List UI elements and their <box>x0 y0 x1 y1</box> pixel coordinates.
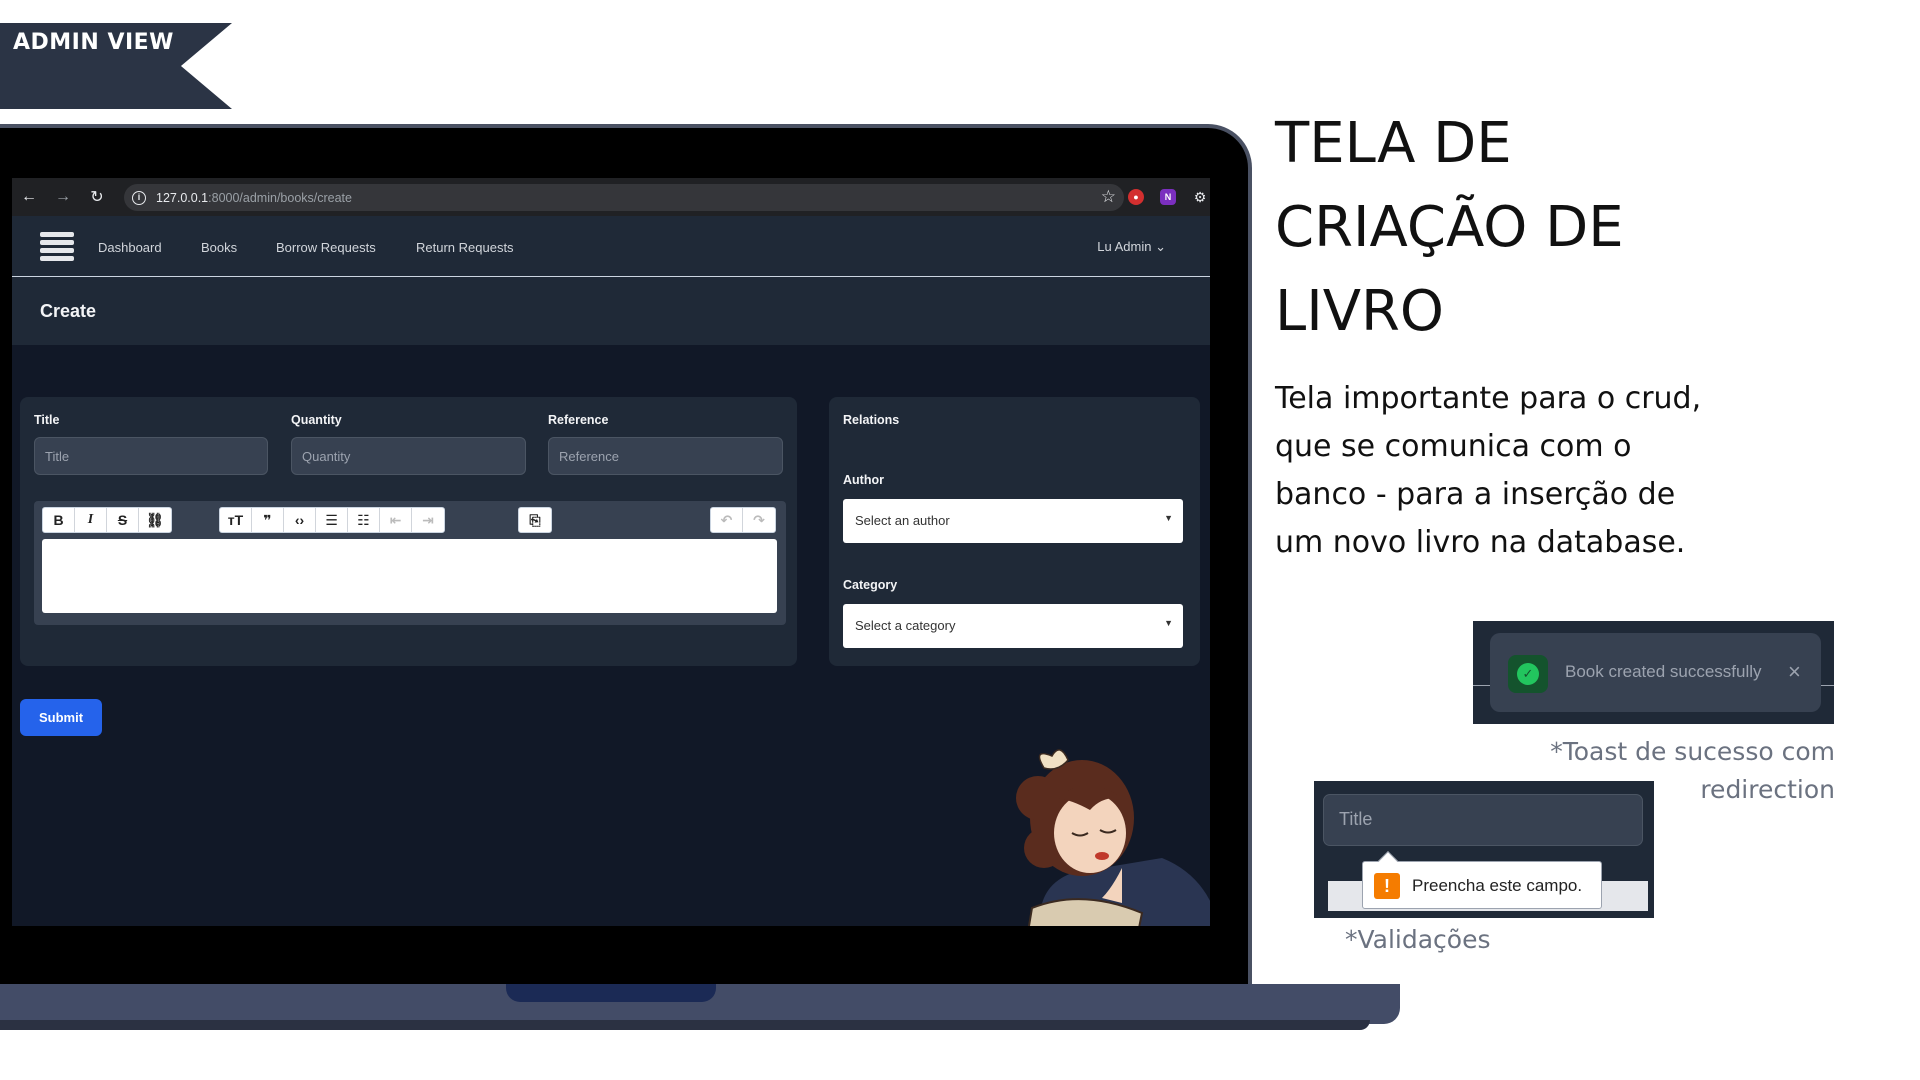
nav-borrow-requests[interactable]: Borrow Requests <box>276 240 376 255</box>
forward-icon[interactable]: → <box>46 188 80 206</box>
strikethrough-icon[interactable]: S <box>107 508 139 532</box>
title-input[interactable] <box>34 437 268 475</box>
indent-icon[interactable]: ⇥ <box>412 508 444 532</box>
warning-icon: ! <box>1374 873 1400 899</box>
slide-heading: TELA DE CRIAÇÃO DE LIVRO <box>1275 102 1695 354</box>
quote-icon[interactable]: ❞ <box>252 508 284 532</box>
heading-line: CRIAÇÃO DE <box>1275 195 1624 260</box>
browser-toolbar: ← → ↻ i 127.0.0.1:8000/admin/books/creat… <box>12 178 1210 216</box>
bold-icon[interactable]: B <box>43 508 75 532</box>
app-navbar: Dashboard Books Borrow Requests Return R… <box>12 216 1210 277</box>
submit-button[interactable]: Submit <box>20 699 102 736</box>
heading-icon[interactable]: ᴛT <box>220 508 252 532</box>
history-toolbar-group: ↶ ↷ <box>710 507 776 533</box>
file-toolbar-group: ⎘ <box>518 507 552 533</box>
laptop-screen: ← → ↻ i 127.0.0.1:8000/admin/books/creat… <box>12 178 1210 926</box>
books-logo-icon[interactable] <box>40 232 74 262</box>
heading-line: TELA DE <box>1275 111 1512 176</box>
bullet-list-icon[interactable]: ☰ <box>316 508 348 532</box>
category-select-value: Select a category <box>855 618 956 633</box>
numbered-list-icon[interactable]: ☷ <box>348 508 380 532</box>
back-icon[interactable]: ← <box>12 188 46 206</box>
block-toolbar-group: ᴛT ❞ ‹› ☰ ☷ ⇤ ⇥ <box>219 507 445 533</box>
nav-books[interactable]: Books <box>201 240 237 255</box>
star-icon[interactable]: ☆ <box>1101 187 1116 207</box>
success-toast: ✓ Book created successfully × <box>1490 633 1821 712</box>
author-select[interactable]: Select an author ▼ <box>843 499 1183 543</box>
toast-message: Book created successfully <box>1565 662 1762 681</box>
reading-girl-illustration <box>1016 749 1210 926</box>
extension-gear-icon[interactable]: ⚙ <box>1192 189 1208 205</box>
check-circle-icon: ✓ <box>1517 663 1539 685</box>
validation-message: Preencha este campo. <box>1412 876 1583 895</box>
attach-icon[interactable]: ⎘ <box>519 508 551 532</box>
chevron-down-icon: ⌄ <box>1155 239 1166 254</box>
slide-description: Tela importante para o crud, que se comu… <box>1275 381 1702 560</box>
title-label: Title <box>34 413 60 427</box>
nav-dashboard[interactable]: Dashboard <box>98 240 162 255</box>
user-menu[interactable]: Lu Admin ⌄ <box>1097 239 1166 255</box>
extension-red-icon[interactable]: ● <box>1128 189 1144 205</box>
undo-icon[interactable]: ↶ <box>711 508 743 532</box>
quantity-input[interactable] <box>291 437 526 475</box>
validation-tooltip: ! Preencha este campo. <box>1362 851 1602 909</box>
quantity-label: Quantity <box>291 413 342 427</box>
italic-icon[interactable]: I <box>75 508 107 532</box>
page-title: Create <box>40 301 97 321</box>
toast-screenshot: ✓ Book created successfully × <box>1473 621 1834 724</box>
reload-icon[interactable]: ↻ <box>80 187 114 207</box>
nav-return-requests[interactable]: Return Requests <box>416 240 514 255</box>
laptop-notch <box>506 984 716 1002</box>
format-toolbar-group: B I S ⛓ <box>42 507 172 533</box>
rich-text-editor: B I S ⛓ ᴛT ❞ ‹› ☰ ☷ ⇤ ⇥ ⎘ ↶ ↷ <box>34 501 786 625</box>
author-select-value: Select an author <box>855 513 950 528</box>
reference-label: Reference <box>548 413 609 427</box>
caret-down-icon: ▼ <box>1164 513 1173 523</box>
relations-card: Relations Author Select an author ▼ Cate… <box>829 397 1200 666</box>
validation-caption: *Validações <box>1345 925 1491 954</box>
link-icon[interactable]: ⛓ <box>139 508 171 532</box>
heading-line: LIVRO <box>1275 279 1445 344</box>
onenote-extension-icon[interactable]: N <box>1160 189 1176 205</box>
book-form-card: Title Quantity Reference B I S ⛓ ᴛT ❞ ‹›… <box>20 397 797 666</box>
laptop-base-shadow <box>0 1020 1370 1030</box>
title-input-preview: Title <box>1323 794 1643 846</box>
tooltip-arrow <box>1378 851 1398 871</box>
relations-title: Relations <box>843 413 900 427</box>
author-label: Author <box>843 473 884 487</box>
code-icon[interactable]: ‹› <box>284 508 316 532</box>
validation-screenshot: Title ! Preencha este campo. <box>1314 781 1654 918</box>
url-text: 127.0.0.1:8000/admin/books/create <box>156 190 352 205</box>
user-name: Lu Admin <box>1097 239 1152 254</box>
address-bar[interactable]: i 127.0.0.1:8000/admin/books/create ☆ <box>124 184 1124 211</box>
category-select[interactable]: Select a category ▼ <box>843 604 1183 648</box>
info-icon[interactable]: i <box>132 190 146 205</box>
redo-icon[interactable]: ↷ <box>743 508 775 532</box>
reference-input[interactable] <box>548 437 783 475</box>
category-label: Category <box>843 578 898 592</box>
outdent-icon[interactable]: ⇤ <box>380 508 412 532</box>
admin-view-label: ADMIN VIEW <box>13 30 174 55</box>
close-icon[interactable]: × <box>1788 659 1801 685</box>
page-header: Create <box>12 277 1210 345</box>
caret-down-icon: ▼ <box>1164 618 1173 628</box>
editor-content-area[interactable] <box>42 539 777 613</box>
success-icon-box: ✓ <box>1508 655 1548 693</box>
